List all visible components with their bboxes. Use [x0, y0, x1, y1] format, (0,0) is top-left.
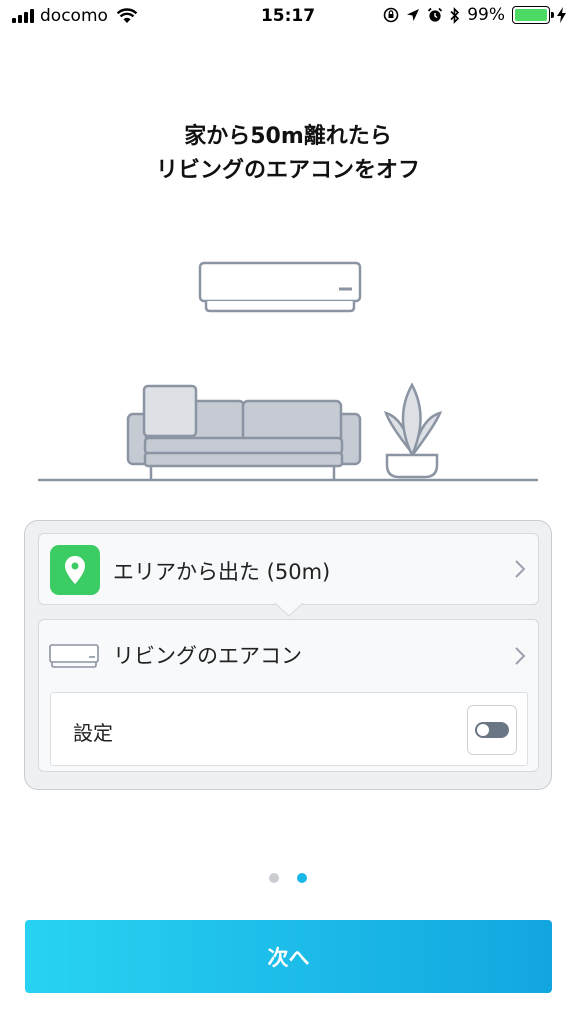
bluetooth-icon — [450, 6, 460, 24]
page-title: 家から50m離れたら リビングのエアコンをオフ — [0, 120, 576, 188]
plant-icon — [384, 382, 443, 479]
illustration — [38, 261, 538, 482]
chevron-right-icon — [515, 647, 526, 665]
power-toggle-button[interactable] — [467, 705, 517, 755]
title-line-1: 家から50m離れたら — [184, 124, 392, 149]
trigger-label: エリアから出た (50m) — [113, 560, 331, 584]
location-pin-icon — [50, 545, 100, 595]
battery-percent: 99% — [467, 5, 505, 25]
charging-icon — [557, 7, 566, 23]
setting-label: 設定 — [73, 721, 113, 745]
page-indicator — [0, 873, 576, 883]
sofa-icon — [126, 384, 362, 479]
chevron-right-icon — [515, 560, 526, 578]
next-button[interactable]: 次へ — [25, 920, 552, 993]
alarm-icon — [428, 7, 443, 22]
rotation-lock-icon — [383, 7, 399, 23]
connector-notch — [275, 603, 303, 617]
trigger-row[interactable]: エリアから出た (50m) — [38, 533, 539, 605]
air-conditioner-icon — [49, 644, 99, 668]
toggle-switch-icon — [475, 722, 509, 738]
status-right: 99% — [383, 5, 566, 25]
action-label: リビングのエアコン — [113, 644, 302, 668]
location-icon — [407, 9, 420, 21]
status-bar: docomo 15:17 99% — [0, 0, 576, 34]
battery-icon — [512, 6, 554, 24]
battery-fill — [515, 9, 547, 21]
toggle-knob — [477, 724, 489, 736]
air-conditioner-icon — [198, 261, 362, 313]
title-line-2: リビングのエアコンをオフ — [155, 158, 420, 183]
page-dot — [269, 873, 279, 883]
recipe-card: エリアから出た (50m) リビングのエアコン 設定 — [24, 520, 552, 790]
setting-row: 設定 — [50, 692, 528, 766]
page-dot — [297, 873, 307, 883]
action-row[interactable]: リビングのエアコン 設定 — [38, 619, 539, 772]
